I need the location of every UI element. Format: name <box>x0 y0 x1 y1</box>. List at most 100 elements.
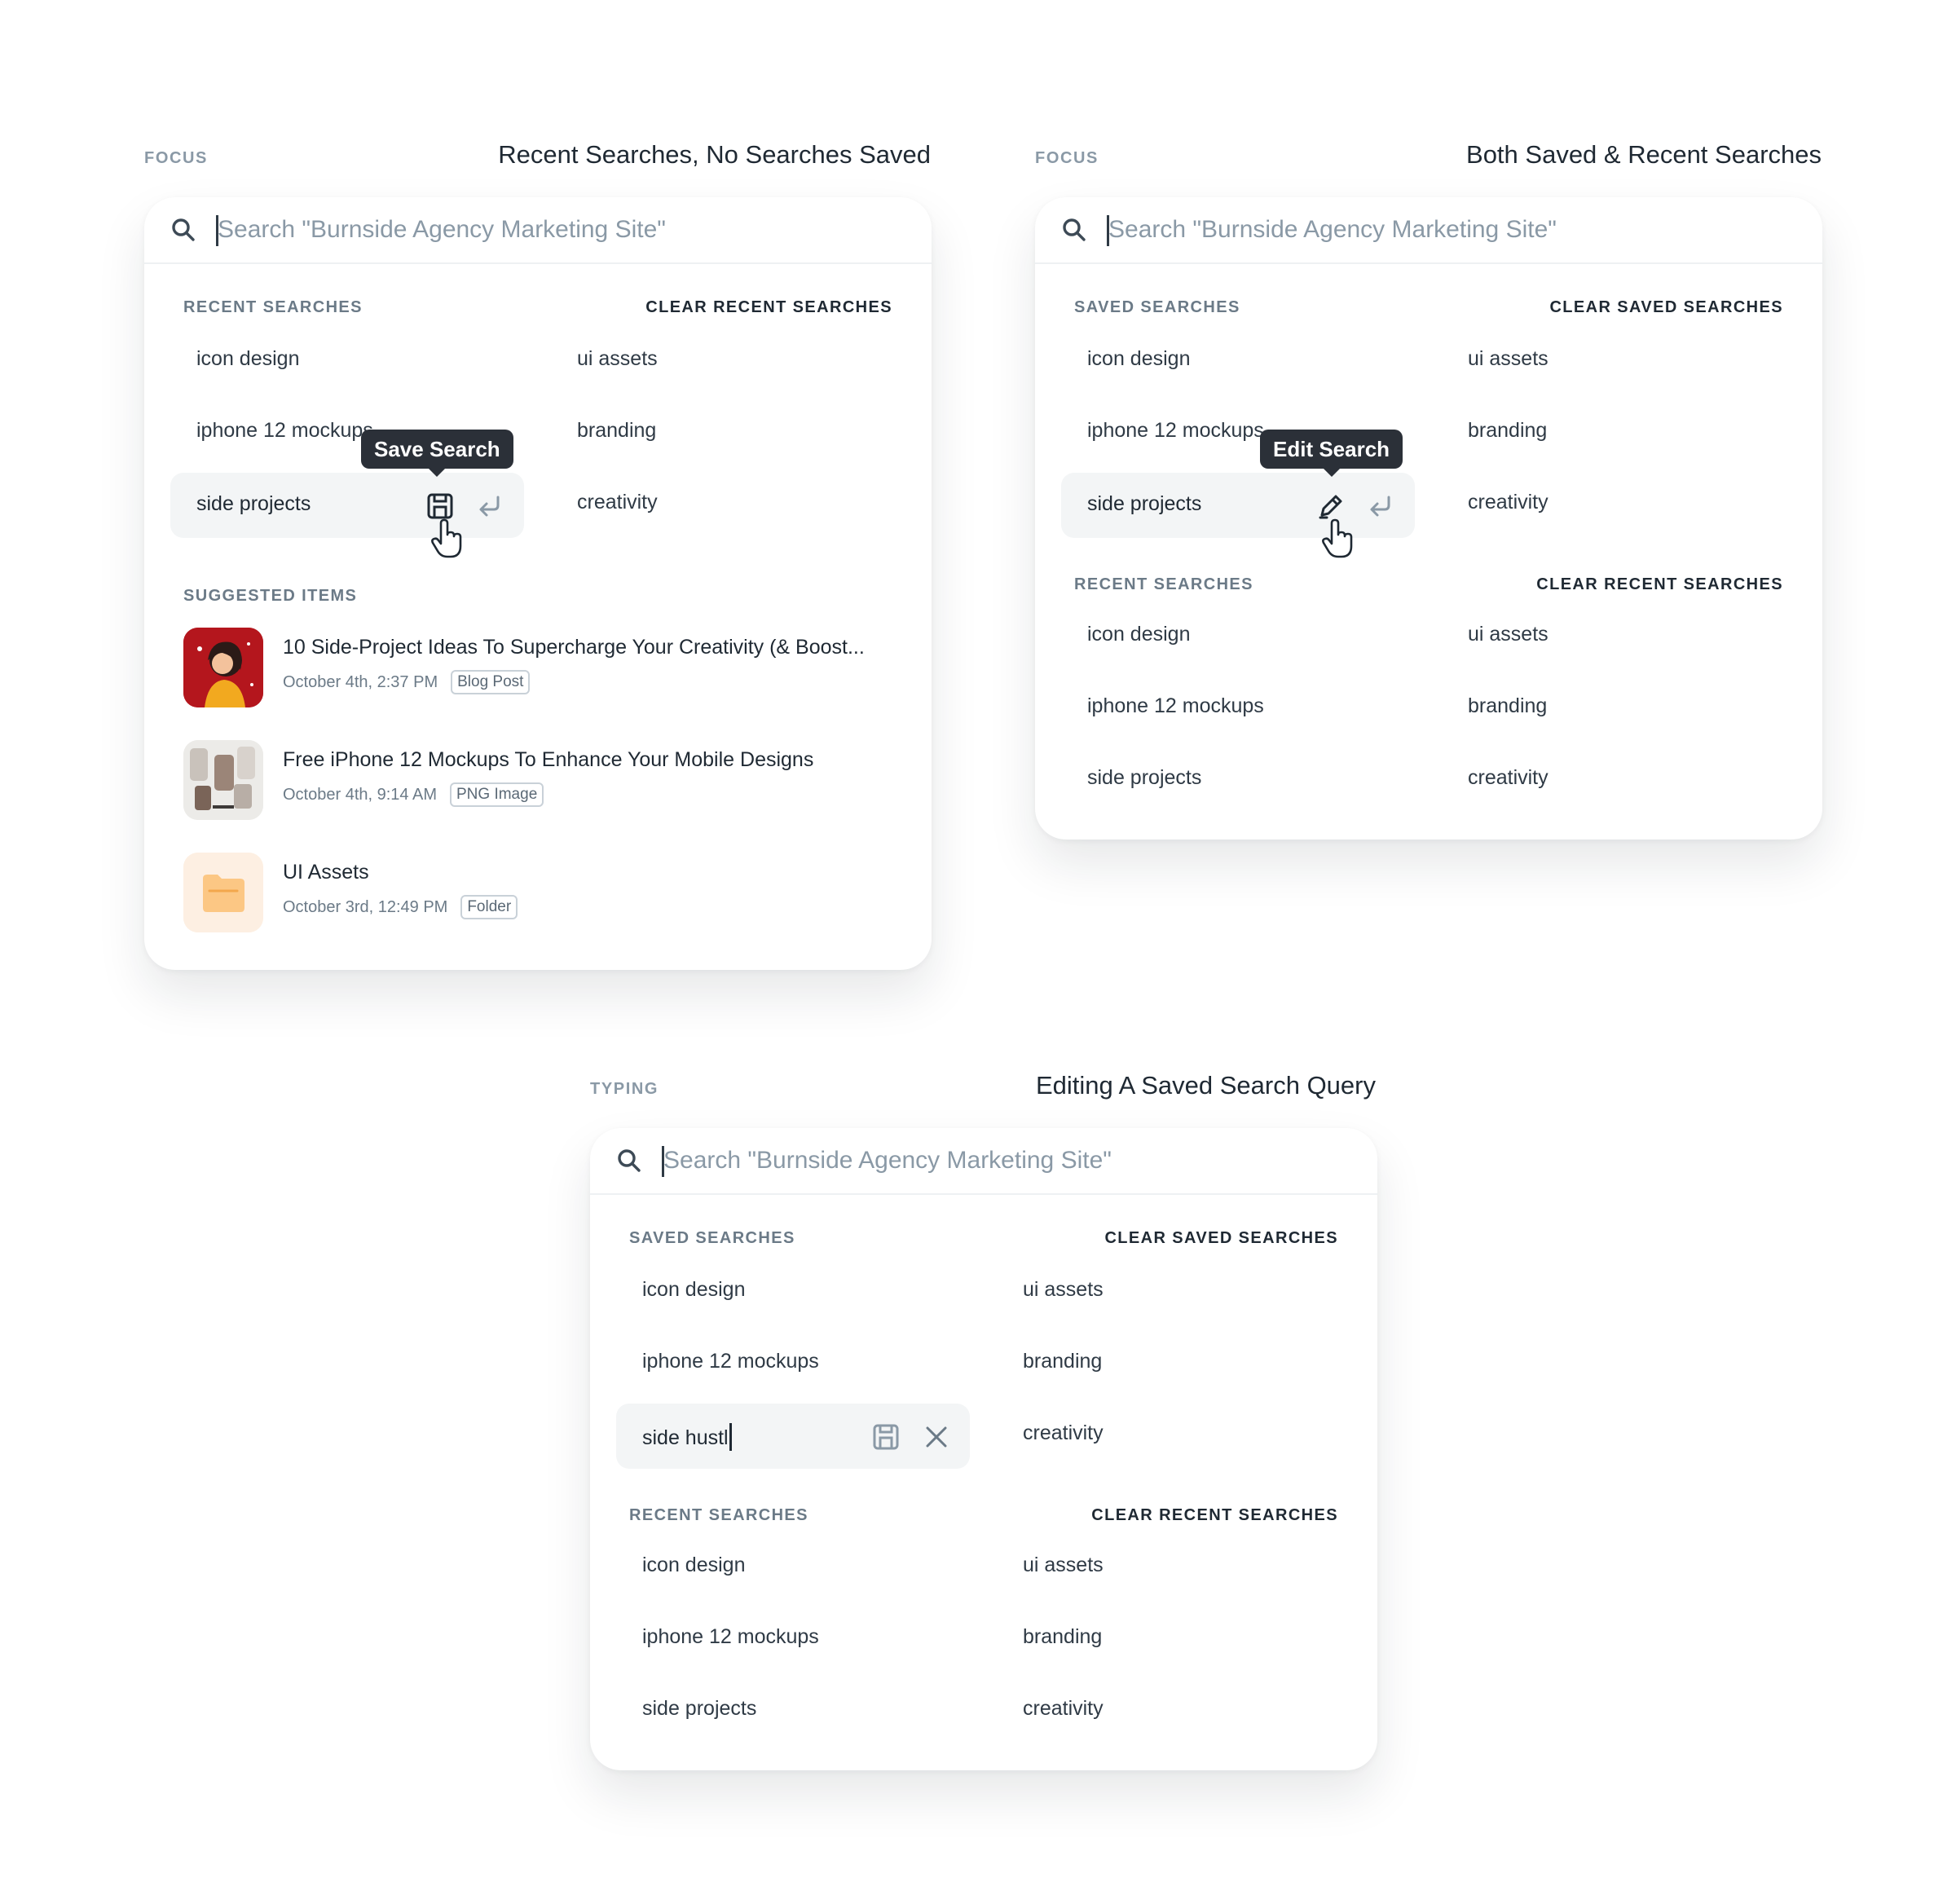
recent-item[interactable]: iphone 12 mockups <box>642 1625 819 1649</box>
recent-item[interactable]: creativity <box>1468 766 1548 790</box>
search-icon <box>1063 218 1086 241</box>
search-input[interactable] <box>1108 205 1777 254</box>
text-caret <box>729 1423 732 1451</box>
edit-search-tooltip: Edit Search <box>1260 430 1403 477</box>
save-icon[interactable] <box>426 492 454 520</box>
recent-item-label: side projects <box>196 492 311 515</box>
close-icon[interactable] <box>924 1425 949 1449</box>
edit-field-value: side hustl <box>642 1426 729 1449</box>
recent-item[interactable]: ui assets <box>1468 623 1548 646</box>
recent-item[interactable]: icon design <box>642 1554 745 1577</box>
type-badge: PNG Image <box>450 782 544 807</box>
clear-recent-searches-button[interactable]: CLEAR RECENT SEARCHES <box>1536 575 1783 594</box>
search-bar <box>1035 197 1822 264</box>
state-title-1: Recent Searches, No Searches Saved <box>498 140 931 169</box>
suggested-item-date: October 3rd, 12:49 PM <box>283 897 448 916</box>
search-panel-recent: RECENT SEARCHES CLEAR RECENT SEARCHES ic… <box>144 197 932 970</box>
saved-item[interactable]: ui assets <box>1023 1278 1104 1302</box>
suggested-item-date: October 4th, 2:37 PM <box>283 672 438 691</box>
enter-icon[interactable] <box>1366 492 1394 520</box>
suggested-item-title: Free iPhone 12 Mockups To Enhance Your M… <box>283 748 814 771</box>
recent-searches-header: RECENT SEARCHES CLEAR RECENT SEARCHES <box>629 1506 1338 1531</box>
recent-item[interactable]: iphone 12 mockups <box>196 419 373 443</box>
suggested-item-meta: October 4th, 9:14 AM PNG Image <box>283 782 544 807</box>
enter-icon[interactable] <box>475 492 503 520</box>
recent-item[interactable]: ui assets <box>577 347 658 371</box>
state-label-3: TYPING <box>590 1080 659 1098</box>
recent-item[interactable]: icon design <box>1087 623 1190 646</box>
recent-item[interactable]: creativity <box>577 491 658 514</box>
edit-field-text[interactable]: side hustl <box>642 1423 732 1451</box>
suggested-item-meta: October 3rd, 12:49 PM Folder <box>283 895 518 919</box>
search-icon <box>618 1149 641 1172</box>
recent-searches-title: RECENT SEARCHES <box>1074 575 1253 593</box>
saved-searches-header: SAVED SEARCHES CLEAR SAVED SEARCHES <box>629 1229 1338 1254</box>
tooltip-label: Save Search <box>374 437 500 461</box>
search-icon <box>172 218 195 241</box>
suggested-item-title: UI Assets <box>283 861 369 884</box>
hand-cursor-icon <box>1322 518 1353 558</box>
saved-item[interactable]: creativity <box>1468 491 1548 514</box>
recent-searches-header: RECENT SEARCHES CLEAR RECENT SEARCHES <box>183 298 892 323</box>
tooltip-label: Edit Search <box>1273 437 1390 461</box>
clear-saved-searches-button[interactable]: CLEAR SAVED SEARCHES <box>1104 1229 1338 1248</box>
suggested-items-title: SUGGESTED ITEMS <box>183 587 358 605</box>
recent-item[interactable]: side projects <box>1087 766 1201 790</box>
type-badge: Folder <box>460 895 518 919</box>
save-icon[interactable] <box>872 1423 900 1451</box>
recent-item[interactable]: creativity <box>1023 1697 1104 1721</box>
state-label-1: FOCUS <box>144 149 208 167</box>
pencil-icon[interactable] <box>1317 492 1345 520</box>
saved-item[interactable]: iphone 12 mockups <box>642 1350 819 1373</box>
saved-item[interactable]: icon design <box>642 1278 745 1302</box>
png-image-thumbnail <box>183 740 263 820</box>
clear-recent-searches-button[interactable]: CLEAR RECENT SEARCHES <box>645 298 892 317</box>
recent-searches-title: RECENT SEARCHES <box>629 1506 808 1524</box>
search-input[interactable] <box>218 205 886 254</box>
recent-item-hovered[interactable]: side projects <box>170 473 524 558</box>
state-label-2: FOCUS <box>1035 149 1099 167</box>
recent-item[interactable]: branding <box>577 419 656 443</box>
suggested-item-title: 10 Side-Project Ideas To Supercharge You… <box>283 636 865 659</box>
saved-item-hovered[interactable]: side projects <box>1061 473 1415 558</box>
search-bar <box>144 197 932 264</box>
suggested-item[interactable]: Free iPhone 12 Mockups To Enhance Your M… <box>183 740 884 822</box>
saved-item[interactable]: creativity <box>1023 1421 1104 1445</box>
saved-searches-title: SAVED SEARCHES <box>1074 298 1240 316</box>
recent-item[interactable]: side projects <box>642 1697 756 1721</box>
search-bar <box>590 1128 1377 1195</box>
saved-item-label: side projects <box>1087 492 1202 515</box>
saved-searches-title: SAVED SEARCHES <box>629 1229 795 1247</box>
clear-recent-searches-button[interactable]: CLEAR RECENT SEARCHES <box>1091 1506 1338 1525</box>
saved-item[interactable]: iphone 12 mockups <box>1087 419 1264 443</box>
suggested-item-meta: October 4th, 2:37 PM Blog Post <box>283 670 531 694</box>
saved-item[interactable]: icon design <box>1087 347 1190 371</box>
recent-item[interactable]: branding <box>1023 1625 1102 1649</box>
saved-item-edit-field[interactable]: side hustl <box>616 1404 970 1469</box>
folder-icon <box>183 853 263 932</box>
hand-cursor-icon <box>431 518 462 558</box>
recent-item[interactable]: ui assets <box>1023 1554 1104 1577</box>
search-panel-saved-recent: SAVED SEARCHES CLEAR SAVED SEARCHES icon… <box>1035 197 1822 840</box>
blog-post-thumbnail <box>183 628 263 707</box>
search-input[interactable] <box>663 1136 1332 1185</box>
suggested-item-date: October 4th, 9:14 AM <box>283 785 437 804</box>
saved-item[interactable]: branding <box>1023 1350 1102 1373</box>
save-search-tooltip: Save Search <box>361 430 513 477</box>
suggested-items-header: SUGGESTED ITEMS <box>183 587 892 611</box>
search-panel-editing: SAVED SEARCHES CLEAR SAVED SEARCHES icon… <box>590 1128 1377 1770</box>
recent-searches-header: RECENT SEARCHES CLEAR RECENT SEARCHES <box>1074 575 1783 600</box>
state-title-2: Both Saved & Recent Searches <box>1466 140 1822 169</box>
clear-saved-searches-button[interactable]: CLEAR SAVED SEARCHES <box>1549 298 1783 317</box>
saved-item[interactable]: branding <box>1468 419 1547 443</box>
recent-item[interactable]: iphone 12 mockups <box>1087 694 1264 718</box>
type-badge: Blog Post <box>451 670 531 694</box>
suggested-item[interactable]: UI Assets October 3rd, 12:49 PM Folder <box>183 853 884 934</box>
saved-item[interactable]: ui assets <box>1468 347 1548 371</box>
suggested-item[interactable]: 10 Side-Project Ideas To Supercharge You… <box>183 628 884 709</box>
saved-searches-header: SAVED SEARCHES CLEAR SAVED SEARCHES <box>1074 298 1783 323</box>
state-title-3: Editing A Saved Search Query <box>1035 1071 1376 1100</box>
recent-item[interactable]: branding <box>1468 694 1547 718</box>
recent-searches-title: RECENT SEARCHES <box>183 298 363 316</box>
recent-item[interactable]: icon design <box>196 347 299 371</box>
